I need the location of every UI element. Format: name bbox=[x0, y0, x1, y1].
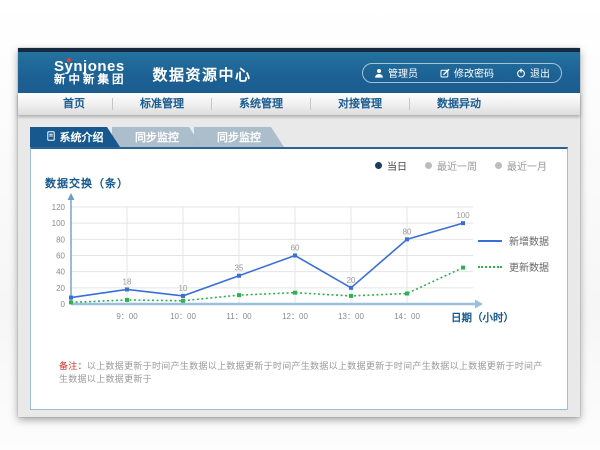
x-axis-title: 日期（小时） bbox=[451, 311, 514, 324]
legend-line-sample bbox=[478, 266, 502, 268]
period-label: 最近一月 bbox=[507, 158, 547, 173]
document-icon bbox=[47, 131, 55, 144]
legend-line-sample bbox=[478, 240, 502, 242]
y-tick-label: 0 bbox=[61, 300, 66, 309]
period-option-1[interactable]: 最近一周 bbox=[425, 158, 477, 173]
data-point bbox=[69, 296, 73, 300]
company-logo: Synjones 新中新集团 bbox=[54, 59, 127, 87]
power-icon bbox=[516, 68, 526, 78]
y-tick-label: 100 bbox=[52, 219, 66, 228]
logo-wordmark: Synjones bbox=[54, 59, 127, 75]
app-window: Synjones 新中新集团 数据资源中心 管理员修改密码退出 首页标准管理系统… bbox=[18, 48, 580, 417]
period-label: 最近一周 bbox=[437, 158, 477, 173]
data-point-label: 10 bbox=[179, 284, 188, 293]
legend-label: 新增数据 bbox=[509, 233, 549, 248]
radio-icon bbox=[425, 162, 432, 169]
data-point bbox=[405, 237, 409, 241]
y-tick-label: 120 bbox=[52, 203, 66, 212]
x-tick-label: 12：00 bbox=[282, 312, 308, 321]
app-header: Synjones 新中新集团 数据资源中心 管理员 修改密码 退出 bbox=[18, 48, 580, 93]
nav-item-1[interactable]: 标准管理 bbox=[113, 98, 212, 110]
footer-note: 备注：以上数据更新于时间产生数据以上数据更新于时间产生数据以上数据更新于时间产生… bbox=[59, 359, 547, 385]
data-point bbox=[237, 274, 241, 278]
user-icon bbox=[374, 68, 384, 78]
tab-1[interactable]: 同步监控 bbox=[112, 127, 202, 147]
data-point bbox=[293, 291, 297, 295]
legend-item-0: 新增数据 bbox=[478, 233, 549, 248]
data-point bbox=[181, 294, 185, 298]
legend-item-1: 更新数据 bbox=[478, 259, 549, 274]
logo-company-name: 新中新集团 bbox=[54, 74, 127, 86]
x-axis-arrow-icon bbox=[475, 300, 483, 309]
note-text: 以上数据更新于时间产生数据以上数据更新于时间产生数据以上数据更新于时间产生数据以… bbox=[59, 361, 543, 384]
tab-2[interactable]: 同步监控 bbox=[194, 127, 284, 147]
tab-label: 同步监控 bbox=[135, 129, 179, 145]
y-tick-label: 60 bbox=[56, 252, 65, 261]
x-tick-label: 9：00 bbox=[116, 312, 138, 321]
logo-red-dot: y bbox=[65, 58, 74, 75]
main-content: 系统介绍同步监控同步监控 当日最近一周最近一月 数据交换（条） 02040608… bbox=[18, 115, 580, 410]
data-point bbox=[461, 221, 465, 225]
user-action-2[interactable]: 退出 bbox=[505, 65, 561, 80]
x-tick-label: 11：00 bbox=[226, 312, 252, 321]
chart-legend: 新增数据更新数据 bbox=[478, 233, 549, 274]
tab-bar: 系统介绍 同步监控 同步监控 bbox=[30, 127, 568, 147]
y-axis-arrow-icon bbox=[68, 193, 75, 200]
tab-label: 系统介绍 bbox=[60, 129, 104, 145]
edit-icon bbox=[440, 68, 450, 78]
user-action-1[interactable]: 修改密码 bbox=[429, 65, 505, 80]
legend-label: 更新数据 bbox=[509, 259, 549, 274]
data-point-label: 20 bbox=[347, 276, 356, 285]
x-tick-label: 14：00 bbox=[394, 312, 420, 321]
data-point-label: 18 bbox=[123, 277, 132, 286]
nav-item-2[interactable]: 系统管理 bbox=[212, 98, 311, 110]
data-point-label: 80 bbox=[403, 227, 412, 236]
data-point-label: 60 bbox=[291, 244, 300, 253]
x-tick-label: 10：00 bbox=[170, 312, 196, 321]
data-point bbox=[349, 294, 353, 298]
data-point-label: 35 bbox=[235, 264, 244, 273]
data-point bbox=[293, 254, 297, 258]
data-point-label: 100 bbox=[456, 211, 470, 220]
main-nav: 首页标准管理系统管理对接管理数据异动 bbox=[18, 93, 580, 115]
period-label: 当日 bbox=[387, 158, 407, 173]
tab-label: 同步监控 bbox=[217, 129, 261, 145]
y-tick-label: 20 bbox=[56, 284, 65, 293]
x-tick-label: 13：00 bbox=[338, 312, 364, 321]
data-point bbox=[349, 286, 353, 290]
period-filter-group: 当日 最近一周 最近一月 bbox=[375, 158, 547, 173]
radio-icon bbox=[375, 162, 382, 169]
nav-item-0[interactable]: 首页 bbox=[36, 98, 113, 110]
content-panel: 当日最近一周最近一月 数据交换（条） 0204060801001209：0010… bbox=[30, 147, 568, 410]
data-point bbox=[461, 266, 465, 270]
user-action-0[interactable]: 管理员 bbox=[363, 65, 429, 80]
data-point bbox=[405, 291, 409, 295]
tab-0[interactable]: 系统介绍 bbox=[30, 127, 120, 147]
user-action-label: 管理员 bbox=[388, 65, 418, 80]
period-option-0[interactable]: 当日 bbox=[375, 158, 407, 173]
user-action-label: 修改密码 bbox=[454, 65, 494, 80]
data-point bbox=[125, 298, 129, 302]
note-prefix: 备注： bbox=[59, 361, 87, 371]
user-actions-group: 管理员 修改密码 退出 bbox=[362, 63, 562, 83]
nav-item-3[interactable]: 对接管理 bbox=[311, 98, 410, 110]
page-title: 数据资源中心 bbox=[153, 64, 252, 85]
data-point bbox=[125, 287, 129, 291]
nav-item-4[interactable]: 数据异动 bbox=[410, 98, 508, 110]
data-point bbox=[237, 293, 241, 297]
data-point bbox=[181, 299, 185, 303]
radio-icon bbox=[495, 162, 502, 169]
y-tick-label: 40 bbox=[56, 268, 65, 277]
y-tick-label: 80 bbox=[56, 235, 65, 244]
data-point bbox=[69, 300, 73, 304]
line-chart-svg: 0 20 40 60 80 100 120 9：00 10：00 11：00 12：00 13：00 1… bbox=[31, 189, 531, 379]
user-action-label: 退出 bbox=[530, 65, 550, 80]
period-option-2[interactable]: 最近一月 bbox=[495, 158, 547, 173]
